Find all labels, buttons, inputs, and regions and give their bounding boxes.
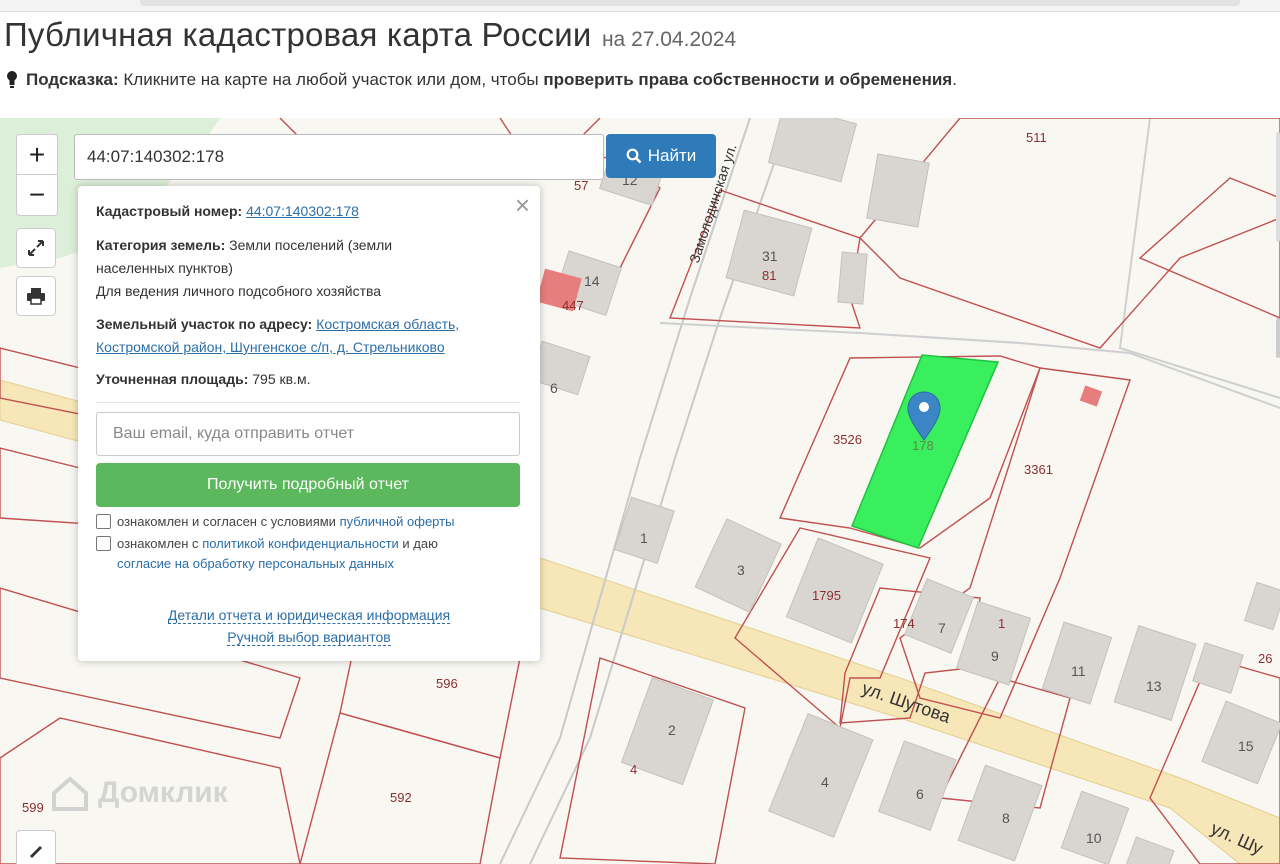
hint-line: Подсказка: Кликните на карте на любой уч… (6, 70, 957, 90)
expand-icon (28, 240, 44, 256)
label-14: 14 (584, 273, 600, 289)
manual-selection-link-row: Ручной выбор вариантов (78, 629, 540, 646)
land-usage-value: Для ведения личного подсобного хозяйства (96, 283, 382, 299)
ruler-button[interactable] (16, 830, 56, 864)
label-house-4: 4 (821, 774, 829, 790)
privacy-policy-link[interactable]: политикой конфиденциальности (202, 536, 399, 551)
zoom-out-button[interactable]: − (17, 175, 57, 215)
label-57: 57 (574, 178, 589, 193)
label-26: 26 (1258, 651, 1273, 666)
page-date: на 27.04.2024 (601, 28, 737, 51)
label-house-7: 7 (938, 620, 946, 636)
label-3361: 3361 (1024, 462, 1053, 477)
address-row: Земельный участок по адресу: Костромская… (96, 313, 526, 359)
label-house-3: 3 (737, 562, 745, 578)
printer-icon (27, 288, 45, 305)
print-button[interactable] (16, 276, 56, 316)
land-category-value-2: населенных пунктов) (96, 260, 233, 276)
fullscreen-button[interactable] (16, 228, 56, 268)
page-header: Публичная кадастровая карта России на 27… (4, 16, 736, 54)
offer-consent-row: ознакомлен и согласен с условиями публич… (96, 512, 454, 532)
get-report-button[interactable]: Получить подробный отчет (96, 463, 520, 507)
privacy-consent-and: и даю (402, 536, 438, 551)
zoom-in-button[interactable]: + (17, 135, 57, 175)
label-81: 81 (762, 268, 777, 283)
label-house-13: 13 (1146, 678, 1162, 694)
manual-selection-link[interactable]: Ручной выбор вариантов (227, 629, 391, 646)
offer-consent-text: ознакомлен и согласен с условиями (117, 514, 336, 529)
label-31: 31 (762, 248, 778, 264)
tab-strip (140, 0, 1240, 6)
label-1: 1 (998, 616, 1006, 631)
label-6: 6 (550, 380, 558, 396)
label-house-2: 2 (668, 722, 676, 738)
pencil-icon (30, 846, 42, 858)
label-house-1: 1 (640, 530, 648, 546)
privacy-consent-row: ознакомлен с политикой конфиденциальност… (96, 534, 516, 574)
land-category-row: Категория земель: Земли поселений (земли… (96, 234, 526, 303)
hint-label: Подсказка: (26, 70, 119, 89)
label-592: 592 (390, 790, 412, 805)
privacy-consent-text: ознакомлен с (117, 536, 199, 551)
privacy-consent-checkbox[interactable] (96, 536, 111, 551)
label-house-15: 15 (1238, 738, 1254, 754)
cadastral-map[interactable]: 511 12 57 31 81 14 447 6 3526 178 3361 1… (0, 118, 1280, 864)
right-edge-control[interactable] (1276, 132, 1280, 242)
cadastral-number-link[interactable]: 44:07:140302:178 (246, 203, 359, 219)
report-details-link[interactable]: Детали отчета и юридическая информация (167, 607, 451, 624)
public-offer-link[interactable]: публичной оферты (340, 514, 455, 529)
label-house-8: 8 (1002, 810, 1010, 826)
label-596: 596 (436, 676, 458, 691)
label-447: 447 (562, 298, 584, 313)
browser-top-strip (0, 0, 1280, 12)
cadastral-search-input[interactable] (74, 134, 604, 180)
address-link-2[interactable]: Костромской район, Шунгенское с/п, д. Ст… (96, 339, 445, 355)
label-house-9: 9 (991, 648, 999, 664)
lightbulb-icon (6, 70, 18, 90)
label-511: 511 (1026, 130, 1047, 145)
zoom-control: + − (16, 134, 58, 216)
watermark-text: Домклик (98, 776, 228, 809)
report-details-link-row: Детали отчета и юридическая информация (78, 607, 540, 624)
land-category-value: Земли поселений (земли (229, 237, 393, 253)
address-label: Земельный участок по адресу: (96, 316, 313, 332)
email-input[interactable] (96, 412, 520, 456)
address-link-1[interactable]: Костромская область, (316, 316, 459, 332)
building-small-red (1079, 385, 1103, 407)
label-1795: 1795 (812, 588, 841, 603)
search-button[interactable]: Найти (606, 134, 716, 178)
search-icon (626, 148, 642, 164)
area-label: Уточненная площадь: (96, 371, 249, 387)
cadastral-number-label: Кадастровый номер: (96, 203, 243, 219)
domclick-watermark: Домклик (50, 773, 228, 813)
hint-bold-text: проверить права собственности и обремене… (543, 70, 953, 89)
label-house-10: 10 (1086, 830, 1102, 846)
label-174: 174 (893, 616, 915, 631)
right-edge-control-2[interactable] (1276, 318, 1280, 358)
page: Публичная кадастровая карта России на 27… (0, 0, 1280, 864)
offer-consent-checkbox[interactable] (96, 514, 111, 529)
house-logo-icon (52, 776, 88, 811)
personal-data-consent-link[interactable]: согласие на обработку персональных данны… (117, 556, 394, 571)
label-4-red: 4 (630, 762, 638, 777)
lane-edge-2 (1118, 118, 1280, 399)
label-178: 178 (912, 438, 934, 453)
parcel-info-popup: × Кадастровый номер: 44:07:140302:178 Ка… (78, 186, 540, 661)
hint-suffix: . (952, 70, 957, 89)
hint-text: Кликните на карте на любой участок или д… (118, 70, 544, 89)
cadastral-number-row: Кадастровый номер: 44:07:140302:178 (96, 200, 526, 223)
page-title: Публичная кадастровая карта России (4, 16, 592, 53)
label-599: 599 (22, 800, 44, 815)
label-house-11: 11 (1071, 663, 1086, 679)
label-house-6: 6 (916, 786, 924, 802)
area-row: Уточненная площадь: 795 кв.м. (96, 368, 526, 391)
label-3526: 3526 (833, 432, 862, 447)
land-category-label: Категория земель: (96, 237, 226, 253)
popup-divider (96, 402, 520, 403)
area-value: 795 кв.м. (252, 371, 311, 387)
search-button-label: Найти (647, 146, 697, 165)
